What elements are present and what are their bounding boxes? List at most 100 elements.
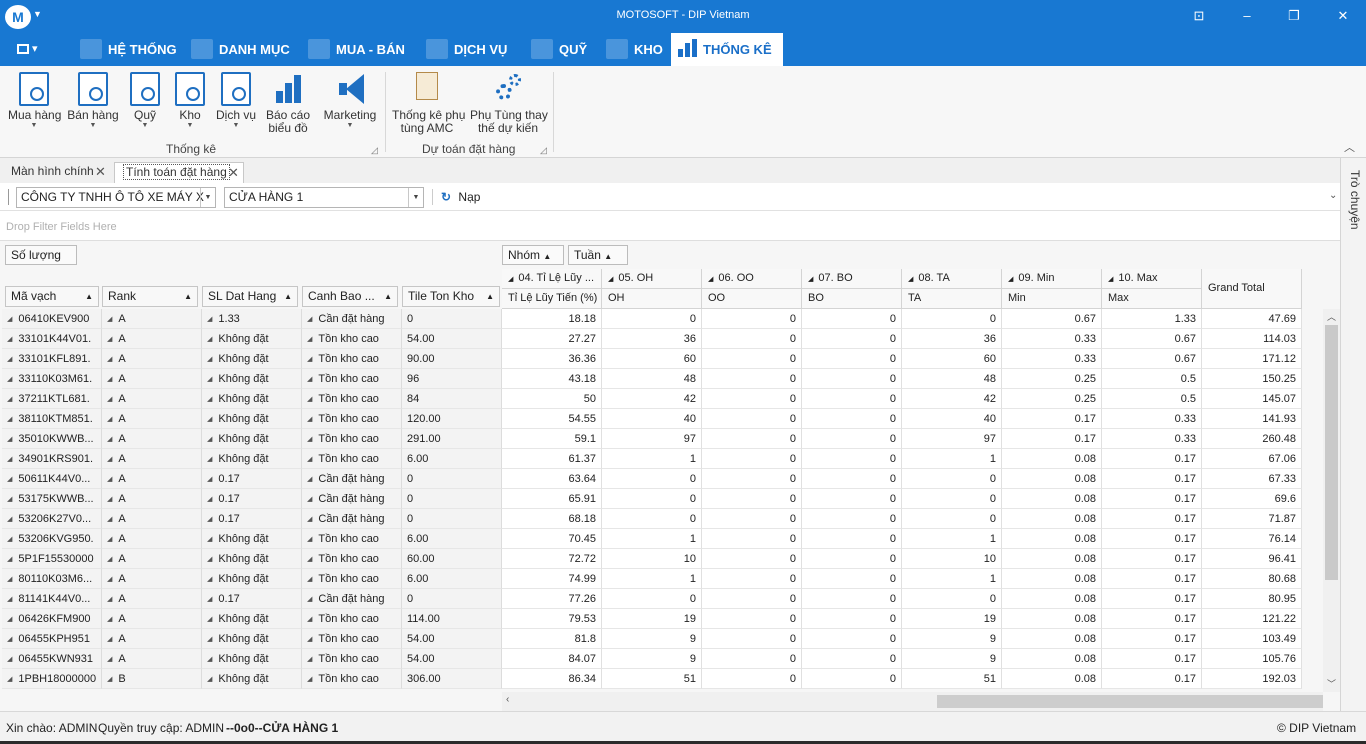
collapse-icon[interactable]: ◢ (307, 656, 312, 663)
value-cell[interactable]: 0.08 (1002, 629, 1102, 649)
value-cell[interactable]: 0 (602, 309, 702, 329)
value-cell[interactable]: 0 (802, 369, 902, 389)
collapse-icon[interactable]: ◢ (7, 376, 12, 383)
group-launcher-icon[interactable]: ◿ (540, 145, 547, 156)
row-field-cell[interactable]: 0 (402, 309, 502, 329)
value-cell[interactable]: 0 (802, 629, 902, 649)
collapse-icon[interactable]: ◢ (207, 416, 212, 423)
value-cell[interactable]: 74.99 (502, 569, 602, 589)
value-cell[interactable]: 1 (602, 449, 702, 469)
value-cell[interactable]: 0 (802, 449, 902, 469)
value-cell[interactable]: 61.37 (502, 449, 602, 469)
row-field-cell[interactable]: ◢ A (102, 329, 202, 349)
collapse-icon[interactable]: ◢ (7, 356, 12, 363)
row-field-cell[interactable]: ◢ 38110KTM851. (2, 409, 102, 429)
row-field-cell[interactable]: 54.00 (402, 629, 502, 649)
value-cell[interactable]: 1 (902, 449, 1002, 469)
toolbar-overflow-icon[interactable]: ⌄ (1329, 190, 1337, 201)
grand-total-cell[interactable]: 67.33 (1202, 469, 1302, 489)
collapse-icon[interactable]: ◢ (307, 536, 312, 543)
collapse-icon[interactable]: ◢ (107, 336, 112, 343)
collapse-icon[interactable]: ◢ (7, 576, 12, 583)
table-row[interactable]: ◢ 06455KPH951 ◢ A ◢ Không đặt ◢ Tồn kho cao 54.0… (2, 629, 1302, 649)
row-field-cell[interactable]: ◢ 37211KTL681. (2, 389, 102, 409)
row-field-cell[interactable]: ◢ 0.17 (202, 489, 302, 509)
row-field-cell[interactable]: ◢ A (102, 349, 202, 369)
collapse-icon[interactable]: ◢ (7, 516, 12, 523)
value-cell[interactable]: 60 (602, 349, 702, 369)
collapse-icon[interactable]: ◢ (7, 476, 12, 483)
row-field-cell[interactable]: ◢ 06426KFM900 (2, 609, 102, 629)
scroll-thumb[interactable] (1325, 325, 1338, 580)
value-cell[interactable]: 0 (902, 589, 1002, 609)
table-row[interactable]: ◢ 80110K03M6... ◢ A ◢ Không đặt ◢ Tồn kho cao 6.… (2, 569, 1302, 589)
row-field-cell[interactable]: 306.00 (402, 669, 502, 689)
table-row[interactable]: ◢ 53206KVG950. ◢ A ◢ Không đặt ◢ Tồn kho cao 6.0… (2, 529, 1302, 549)
row-field-cell[interactable]: ◢ A (102, 429, 202, 449)
value-cell[interactable]: 0.17 (1102, 509, 1202, 529)
row-field-cell[interactable]: ◢ 06455KWN931 (2, 649, 102, 669)
row-field-cell[interactable]: ◢ A (102, 629, 202, 649)
value-cell[interactable]: 0 (802, 589, 902, 609)
minimize-button[interactable]: – (1237, 7, 1257, 25)
column-field-tuan[interactable]: Tuần ▲ (568, 245, 628, 265)
value-cell[interactable]: 0 (802, 509, 902, 529)
grand-total-cell[interactable]: 171.12 (1202, 349, 1302, 369)
row-field-cell[interactable]: ◢ Tồn kho cao (302, 369, 402, 389)
value-cell[interactable]: 19 (602, 609, 702, 629)
value-cell[interactable]: 0.33 (1102, 409, 1202, 429)
value-cell[interactable]: 86.34 (502, 669, 602, 689)
ribbon-button-ban-hang[interactable]: Bán hàng ▼ (66, 72, 120, 130)
collapse-icon[interactable]: ◢ (7, 596, 12, 603)
collapse-icon[interactable]: ◢ (207, 456, 212, 463)
value-cell[interactable]: 0 (702, 629, 802, 649)
value-cell[interactable]: 0.17 (1102, 609, 1202, 629)
chevron-down-icon[interactable]: ▼ (408, 188, 423, 207)
table-row[interactable]: ◢ 50611K44V0... ◢ A ◢ 0.17 ◢ Cần đặt hàng 0 63.64… (2, 469, 1302, 489)
collapse-icon[interactable]: ◢ (207, 656, 212, 663)
grand-total-cell[interactable]: 96.41 (1202, 549, 1302, 569)
row-field-cell[interactable]: ◢ Tồn kho cao (302, 409, 402, 429)
scroll-down-icon[interactable]: ﹀ (1327, 677, 1336, 690)
value-cell[interactable]: 0.5 (1102, 389, 1202, 409)
vertical-scrollbar[interactable]: ︿ ﹀ (1323, 309, 1340, 692)
tab-tinh-toan-dat-hang[interactable]: Tính toán đặt hàng ✕ (114, 162, 244, 183)
collapse-icon[interactable]: ◢ (307, 616, 312, 623)
table-row[interactable]: ◢ 81141K44V0... ◢ A ◢ 0.17 ◢ Cần đặt hàng 0 77.26… (2, 589, 1302, 609)
row-field-cell[interactable]: 6.00 (402, 569, 502, 589)
row-field-cell[interactable]: ◢ 35010KWWB... (2, 429, 102, 449)
value-cell[interactable]: 0.08 (1002, 489, 1102, 509)
collapse-icon[interactable]: ◢ (7, 396, 12, 403)
app-menu-button[interactable]: ▾ (17, 42, 45, 58)
value-cell[interactable]: 0 (702, 489, 802, 509)
row-field-cell[interactable]: ◢ Tồn kho cao (302, 329, 402, 349)
grand-total-cell[interactable]: 105.76 (1202, 649, 1302, 669)
row-field-cell[interactable]: ◢ Tồn kho cao (302, 389, 402, 409)
grand-total-cell[interactable]: 150.25 (1202, 369, 1302, 389)
value-cell[interactable]: 0 (602, 489, 702, 509)
table-row[interactable]: ◢ 53206K27V0... ◢ A ◢ 0.17 ◢ Cần đặt hàng 0 68.18… (2, 509, 1302, 529)
row-field-cell[interactable]: 0 (402, 489, 502, 509)
value-cell[interactable]: 1 (602, 529, 702, 549)
ribbon-button-phu-tung-thay-the[interactable]: Phụ Tùng thay thế dự kiến (470, 72, 548, 135)
tab-thong-ke[interactable]: THỐNG KÊ (671, 33, 783, 66)
row-field-cell[interactable]: ◢ Tồn kho cao (302, 609, 402, 629)
grand-total-cell[interactable]: 192.03 (1202, 669, 1302, 689)
collapse-icon[interactable]: ◢ (307, 436, 312, 443)
value-cell[interactable]: 0 (702, 669, 802, 689)
value-cell[interactable]: 10 (902, 549, 1002, 569)
tab-he-thong[interactable]: HỆ THỐNG (76, 33, 177, 66)
grand-total-cell[interactable]: 67.06 (1202, 449, 1302, 469)
collapse-icon[interactable]: ◢ (307, 556, 312, 563)
row-field-cell[interactable]: ◢ A (102, 489, 202, 509)
row-field-cell[interactable]: 120.00 (402, 409, 502, 429)
ribbon-button-mua-hang[interactable]: Mua hàng ▼ (8, 72, 61, 130)
data-field-button[interactable]: Số lượng (5, 245, 77, 265)
row-field-cell[interactable]: ◢ 33101K44V01. (2, 329, 102, 349)
row-field-cell[interactable]: ◢ Không đặt (202, 329, 302, 349)
row-field-cell[interactable]: ◢ Cần đặt hàng (302, 589, 402, 609)
table-row[interactable]: ◢ 06410KEV900 ◢ A ◢ 1.33 ◢ Cần đặt hàng 0 18.18 0 0… (2, 309, 1302, 329)
collapse-icon[interactable]: ◢ (508, 276, 513, 283)
row-field-cell[interactable]: ◢ A (102, 469, 202, 489)
value-cell[interactable]: 0 (802, 669, 902, 689)
